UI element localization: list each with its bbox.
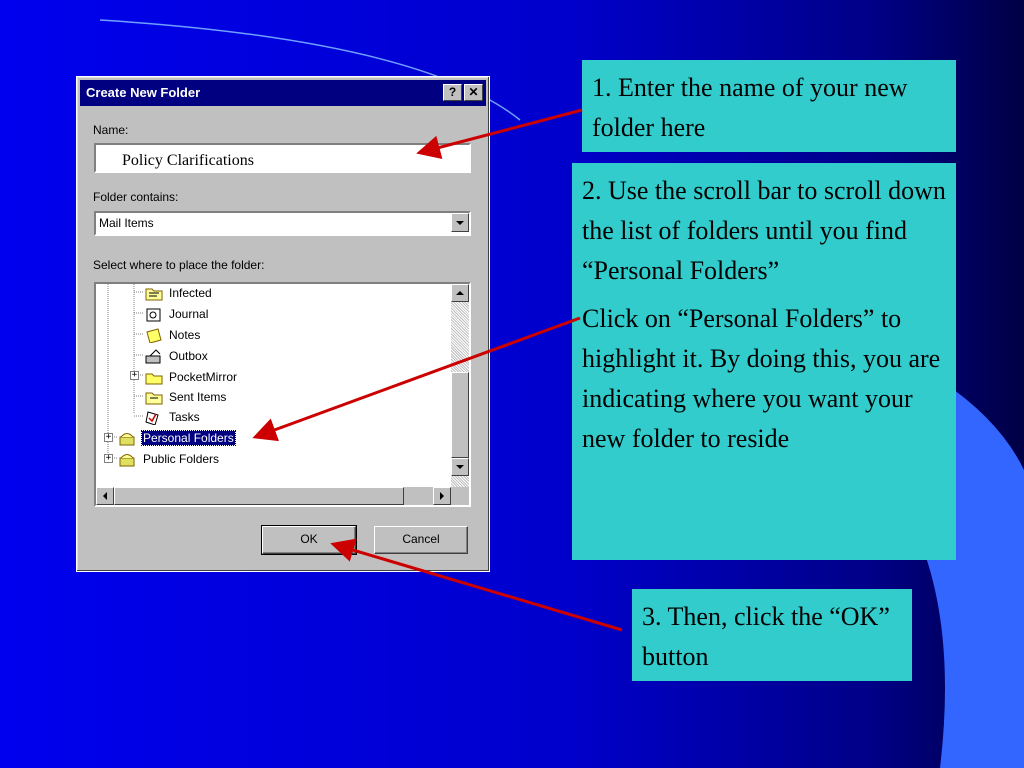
tree-item-label: Personal Folders — [141, 430, 236, 446]
tree-item-label: Notes — [169, 328, 201, 342]
callout-step-2-text: 2. Use the scroll bar to scroll down the… — [582, 176, 946, 285]
folder-icon — [145, 373, 163, 385]
journal-icon — [146, 308, 161, 322]
tree-item-label: Tasks — [169, 410, 200, 424]
callout-step-3: 3. Then, click the “OK” button — [632, 589, 912, 681]
tree-item-label: Public Folders — [143, 452, 220, 466]
tree-item-label: Outbox — [169, 349, 208, 363]
folder-icon — [145, 288, 163, 301]
scroll-left-button[interactable] — [96, 487, 114, 505]
scroll-down-button[interactable] — [451, 458, 469, 476]
vertical-scrollbar[interactable] — [451, 284, 469, 487]
place-folder-label: Select where to place the folder: — [93, 258, 265, 272]
tree-item-label: PocketMirror — [169, 370, 238, 384]
chevron-right-icon — [440, 492, 444, 500]
dropdown-button[interactable] — [451, 213, 469, 232]
public-folders-icon — [119, 454, 135, 467]
sent-items-icon — [145, 392, 163, 405]
callout-step-1: 1. Enter the name of your new folder her… — [582, 60, 956, 152]
tree-item-label: Journal — [169, 307, 209, 321]
help-icon: ? — [448, 85, 457, 99]
close-button[interactable]: ✕ — [464, 84, 483, 101]
tree-item-label: Infected — [169, 286, 212, 300]
callout-step-3-text: 3. Then, click the “OK” button — [642, 602, 890, 671]
tree-item-label: Sent Items — [169, 390, 227, 404]
horizontal-scroll-thumb[interactable] — [114, 487, 404, 505]
ok-button[interactable]: OK — [261, 525, 357, 555]
name-label: Name: — [93, 123, 129, 137]
name-field[interactable]: Policy Clarifications — [94, 143, 471, 173]
scroll-right-button[interactable] — [433, 487, 451, 505]
tasks-icon — [145, 411, 159, 425]
folder-contains-label: Folder contains: — [93, 190, 179, 204]
chevron-down-icon — [456, 465, 464, 469]
folder-tree[interactable]: Infected Journal Notes Outbox + PocketMi… — [94, 282, 471, 507]
dialog-titlebar[interactable]: Create New Folder ? ✕ — [80, 80, 486, 106]
scroll-up-button[interactable] — [451, 284, 469, 302]
folder-contains-select[interactable]: Mail Items — [94, 211, 471, 236]
expand-toggle[interactable]: + — [104, 433, 113, 442]
chevron-down-icon — [456, 221, 464, 225]
help-button[interactable]: ? — [443, 84, 462, 101]
cancel-button[interactable]: Cancel — [374, 526, 468, 554]
outbox-icon — [145, 349, 161, 364]
create-new-folder-dialog: Create New Folder ? ✕ Name: Policy Clari… — [76, 76, 490, 572]
scrollbar-corner — [451, 487, 469, 505]
notes-icon — [146, 328, 162, 343]
callout-step-2-detail: Click on “Personal Folders” to highlight… — [582, 304, 941, 453]
expand-toggle[interactable]: + — [104, 454, 113, 463]
callout-step-2: 2. Use the scroll bar to scroll down the… — [572, 163, 956, 560]
expand-toggle[interactable]: + — [130, 371, 139, 380]
name-field-value: Policy Clarifications — [122, 152, 254, 169]
folder-contains-value: Mail Items — [99, 216, 154, 230]
personal-folders-icon — [119, 433, 135, 446]
chevron-left-icon — [103, 492, 107, 500]
dialog-title: Create New Folder — [86, 85, 201, 100]
close-icon: ✕ — [468, 85, 479, 99]
horizontal-scrollbar[interactable] — [96, 487, 451, 505]
callout-step-1-text: 1. Enter the name of your new folder her… — [592, 73, 908, 142]
scroll-thumb[interactable] — [451, 372, 469, 458]
chevron-up-icon — [456, 291, 464, 295]
